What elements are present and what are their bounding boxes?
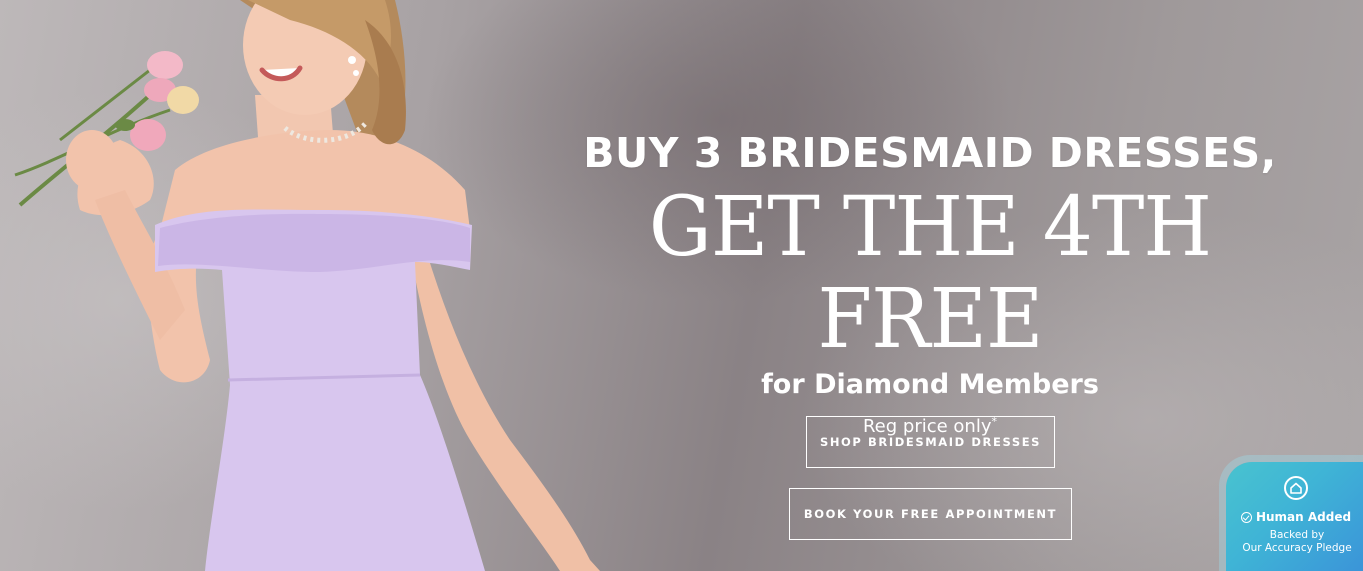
badge-subtitle-line1: Backed by <box>1269 529 1325 541</box>
shop-bridesmaid-dresses-button[interactable]: SHOP BRIDESMAID DRESSES <box>806 416 1055 468</box>
promo-copy: BUY 3 BRIDESMAID DRESSES, GET THE 4TH FR… <box>520 120 1340 439</box>
badge-subtitle-line2: Our Accuracy Pledge <box>1242 542 1352 554</box>
accuracy-pledge-badge[interactable]: Human Added Backed by Our Accuracy Pledg… <box>1226 462 1363 571</box>
home-icon <box>1284 476 1308 500</box>
badge-title: Human Added <box>1236 510 1356 524</box>
headline-line3: for Diamond Members <box>761 369 1099 400</box>
badge-title-text: Human Added <box>1255 510 1352 524</box>
headline-line1: BUY 3 BRIDESMAID DRESSES, <box>583 129 1277 177</box>
headline-line2: GET THE 4TH FREE <box>648 180 1212 367</box>
check-circle-icon <box>1240 511 1252 523</box>
hero-banner: BUY 3 BRIDESMAID DRESSES, GET THE 4TH FR… <box>0 0 1363 571</box>
book-appointment-button[interactable]: BOOK YOUR FREE APPOINTMENT <box>789 488 1072 540</box>
badge-subtitle: Backed by Our Accuracy Pledge <box>1230 529 1363 555</box>
